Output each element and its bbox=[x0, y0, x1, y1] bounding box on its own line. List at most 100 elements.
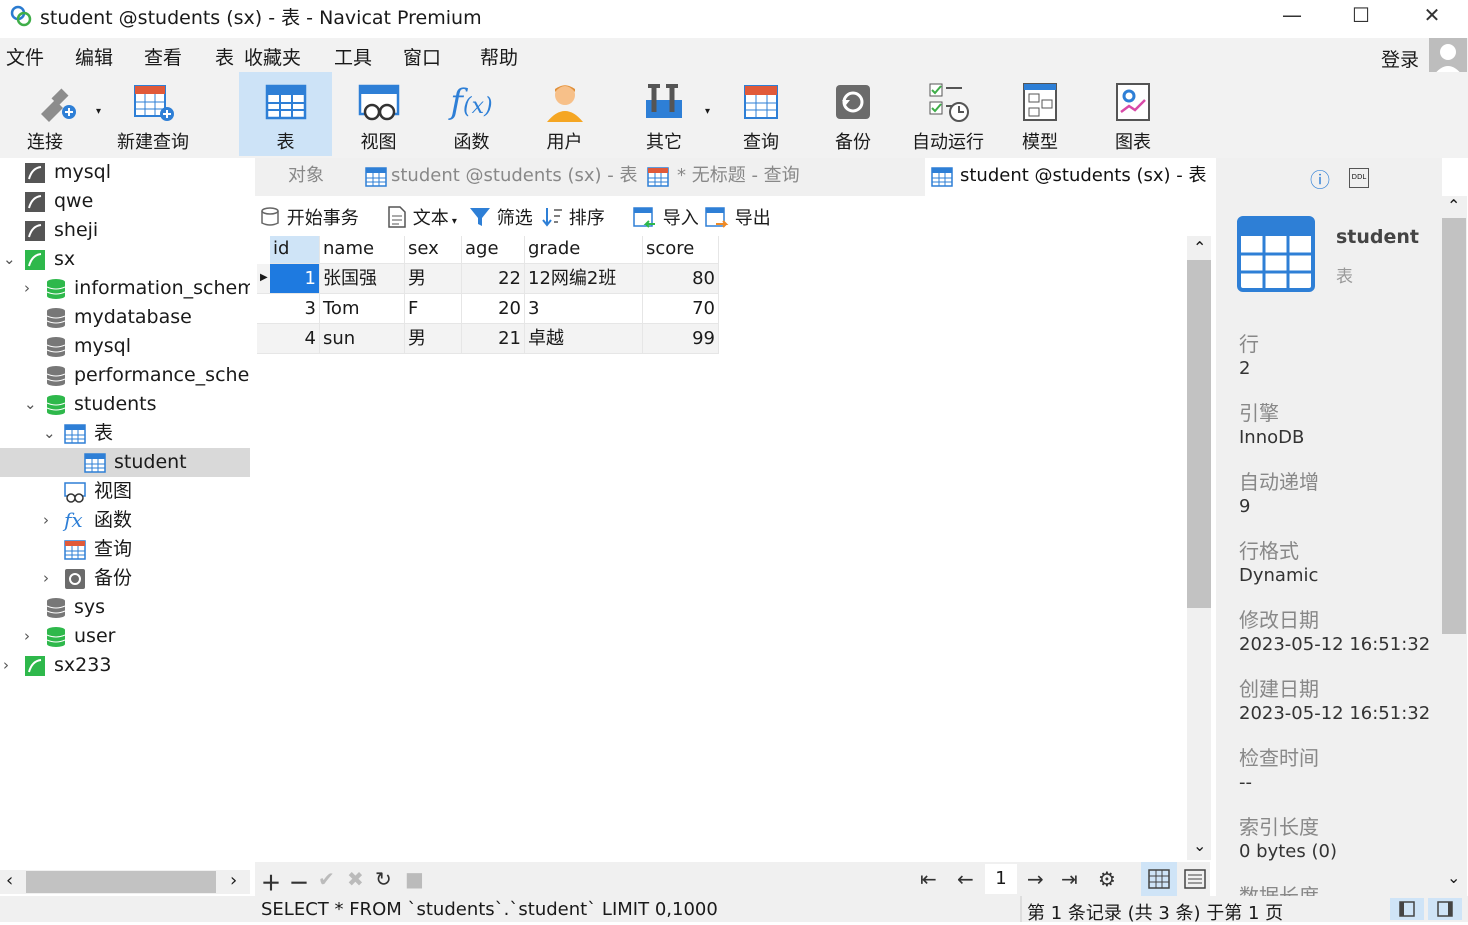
new-query-button[interactable]: 新建查询 bbox=[108, 72, 198, 156]
tree-item-sys[interactable]: sys bbox=[0, 593, 250, 622]
table-cell[interactable]: 22 bbox=[462, 264, 525, 294]
chevron-right-icon[interactable]: › bbox=[43, 564, 49, 593]
begin-transaction-button[interactable]: 开始事务 bbox=[259, 204, 359, 230]
table-cell[interactable]: Tom bbox=[320, 294, 405, 324]
add-record-icon[interactable]: ＋ bbox=[261, 867, 281, 896]
tree-item-sx233[interactable]: › sx233 bbox=[0, 651, 250, 680]
sort-button[interactable]: 排序 bbox=[541, 204, 605, 230]
chevron-right-icon[interactable]: › bbox=[43, 506, 49, 535]
row-selector[interactable] bbox=[257, 294, 270, 324]
delete-record-icon[interactable]: － bbox=[289, 867, 309, 896]
menu-edit[interactable]: 编辑 bbox=[75, 43, 113, 70]
table-cell[interactable]: 80 bbox=[643, 264, 719, 294]
first-page-icon[interactable]: ⇤ bbox=[920, 867, 937, 891]
sidebar-horizontal-scrollbar[interactable]: ‹ › bbox=[0, 870, 250, 894]
menu-table[interactable]: 表 bbox=[215, 43, 234, 70]
tab-student-table-2[interactable]: student @students (sx) - 表 bbox=[925, 158, 1210, 196]
model-button[interactable]: 模型 bbox=[995, 72, 1085, 156]
scroll-down-icon[interactable]: ⌄ bbox=[1447, 868, 1460, 887]
row-selector[interactable] bbox=[257, 324, 270, 354]
chart-button[interactable]: 图表 bbox=[1088, 72, 1178, 156]
scrollbar-thumb[interactable] bbox=[26, 871, 216, 893]
connect-dropdown-icon[interactable]: ▾ bbox=[96, 106, 101, 117]
scroll-up-icon[interactable]: ⌃ bbox=[1447, 196, 1460, 215]
table-cell[interactable]: 男 bbox=[405, 264, 462, 294]
scroll-up-icon[interactable]: ⌃ bbox=[1193, 238, 1206, 257]
settings-gear-icon[interactable]: ⚙ bbox=[1098, 867, 1116, 891]
tree-item-functions[interactable]: › fx 函数 bbox=[0, 506, 250, 535]
other-dropdown-icon[interactable]: ▾ bbox=[705, 106, 710, 117]
column-header[interactable]: age bbox=[462, 236, 525, 264]
table-cell[interactable]: 3 bbox=[270, 294, 320, 324]
scrollbar-thumb[interactable] bbox=[1442, 218, 1466, 634]
discard-changes-icon[interactable]: ✖ bbox=[347, 867, 364, 891]
connect-button[interactable]: 连接 bbox=[10, 72, 100, 156]
column-header[interactable]: score bbox=[643, 236, 719, 264]
query-button[interactable]: 查询 bbox=[716, 72, 806, 156]
close-button[interactable]: ✕ bbox=[1397, 0, 1467, 32]
other-button[interactable]: 其它 bbox=[620, 72, 708, 156]
filter-button[interactable]: 筛选 bbox=[469, 204, 533, 230]
chevron-right-icon[interactable]: › bbox=[24, 622, 30, 651]
scroll-down-icon[interactable]: ⌄ bbox=[1193, 836, 1206, 855]
info-panel-scrollbar[interactable]: ⌃ ⌄ bbox=[1441, 196, 1467, 896]
export-button[interactable]: 导出 bbox=[705, 204, 771, 230]
tab-objects[interactable]: 对象 bbox=[255, 158, 357, 196]
scroll-right-icon[interactable]: › bbox=[230, 870, 237, 891]
row-selector[interactable]: ▶ bbox=[257, 264, 270, 294]
table-cell[interactable]: 12网编2班 bbox=[525, 264, 643, 294]
previous-page-icon[interactable]: ← bbox=[957, 867, 974, 891]
grid-vertical-scrollbar[interactable]: ⌃ ⌄ bbox=[1187, 236, 1211, 860]
maximize-button[interactable]: ☐ bbox=[1326, 0, 1396, 32]
apply-changes-icon[interactable]: ✔ bbox=[318, 867, 335, 891]
menu-file[interactable]: 文件 bbox=[6, 43, 44, 70]
backup-button[interactable]: 备份 bbox=[808, 72, 898, 156]
tree-item-qwe[interactable]: qwe bbox=[0, 187, 250, 216]
tree-item-performance-schema[interactable]: performance_schema bbox=[0, 361, 250, 390]
tree-item-queries[interactable]: 查询 bbox=[0, 535, 250, 564]
refresh-icon[interactable]: ↻ bbox=[375, 867, 392, 891]
layout-right-button[interactable] bbox=[1428, 898, 1462, 920]
chevron-down-icon[interactable]: ⌄ bbox=[24, 390, 37, 419]
ddl-tab-icon[interactable]: DDL bbox=[1349, 168, 1369, 188]
minimize-button[interactable]: — bbox=[1257, 0, 1327, 32]
schedule-button[interactable]: 自动运行 bbox=[898, 72, 998, 156]
scrollbar-thumb[interactable] bbox=[1187, 260, 1211, 608]
text-button[interactable]: 文本 ▾ bbox=[387, 204, 457, 230]
menu-favorites[interactable]: 收藏夹 bbox=[244, 43, 301, 70]
tree-item-mysql-conn[interactable]: mysql bbox=[0, 158, 250, 187]
column-header[interactable]: grade bbox=[525, 236, 643, 264]
table-cell[interactable]: 99 bbox=[643, 324, 719, 354]
column-header[interactable]: sex bbox=[405, 236, 462, 264]
page-number-input[interactable]: 1 bbox=[985, 864, 1017, 894]
menu-window[interactable]: 窗口 bbox=[403, 43, 441, 70]
tree-item-views[interactable]: 视图 bbox=[0, 477, 250, 506]
chevron-right-icon[interactable]: › bbox=[3, 651, 9, 680]
layout-left-button[interactable] bbox=[1390, 898, 1424, 920]
chevron-down-icon[interactable]: ⌄ bbox=[3, 245, 16, 274]
function-button[interactable]: f(x) 函数 bbox=[425, 72, 518, 156]
table-cell[interactable]: 70 bbox=[643, 294, 719, 324]
last-page-icon[interactable]: ⇥ bbox=[1061, 867, 1078, 891]
menu-tools[interactable]: 工具 bbox=[334, 43, 372, 70]
tree-item-student[interactable]: student bbox=[0, 448, 250, 477]
next-page-icon[interactable]: → bbox=[1027, 867, 1044, 891]
table-cell[interactable]: 3 bbox=[525, 294, 643, 324]
info-tab-icon[interactable]: ⓘ bbox=[1310, 164, 1330, 193]
tree-item-tables[interactable]: ⌄ 表 bbox=[0, 419, 250, 448]
table-cell[interactable]: 21 bbox=[462, 324, 525, 354]
view-button[interactable]: 视图 bbox=[332, 72, 425, 156]
avatar[interactable] bbox=[1429, 38, 1467, 76]
tree-item-sheji[interactable]: sheji bbox=[0, 216, 250, 245]
table-cell[interactable]: 卓越 bbox=[525, 324, 643, 354]
tree-item-mydatabase[interactable]: mydatabase bbox=[0, 303, 250, 332]
form-view-button[interactable] bbox=[1181, 862, 1217, 896]
tab-student-table-1[interactable]: student @students (sx) - 表 bbox=[359, 158, 643, 196]
table-cell[interactable]: 4 bbox=[270, 324, 320, 354]
scroll-left-icon[interactable]: ‹ bbox=[6, 870, 13, 891]
import-button[interactable]: 导入 bbox=[633, 204, 699, 230]
table-cell[interactable]: 男 bbox=[405, 324, 462, 354]
table-button[interactable]: 表 bbox=[239, 72, 332, 156]
stop-icon[interactable]: ■ bbox=[405, 867, 424, 891]
table-cell[interactable]: sun bbox=[320, 324, 405, 354]
